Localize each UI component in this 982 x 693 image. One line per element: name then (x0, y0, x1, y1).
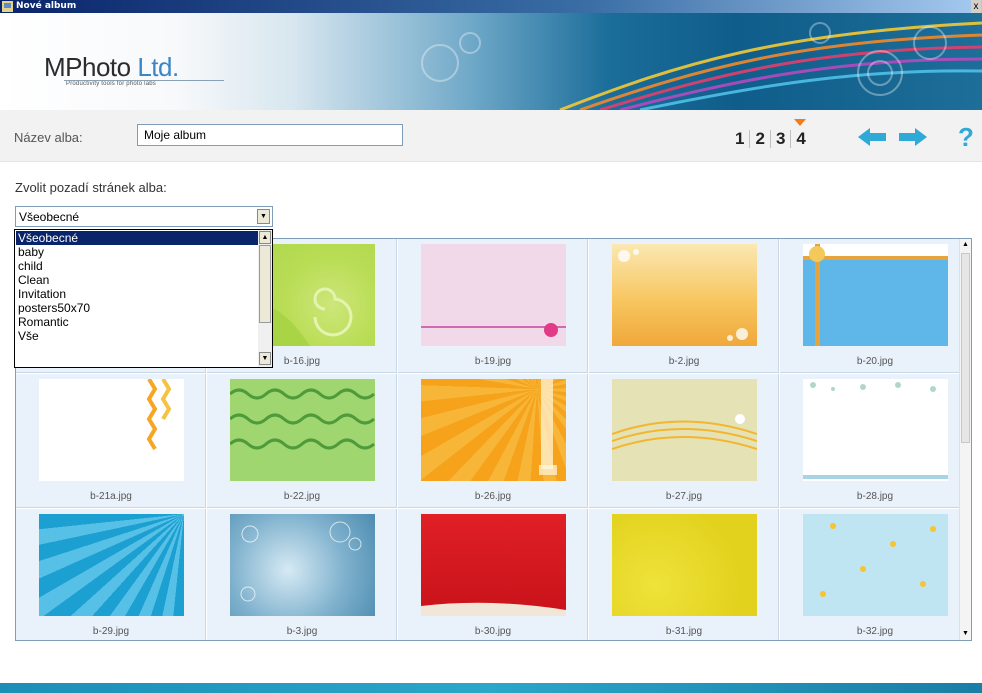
album-name-label: Název alba: (14, 130, 83, 145)
step-indicator: 1 2 3 4 (730, 119, 811, 150)
step-1[interactable]: 1 (730, 128, 749, 150)
thumbnail (421, 514, 566, 616)
grid-item[interactable]: b-20.jpg (780, 239, 970, 373)
scrollbar-thumb[interactable] (259, 245, 271, 323)
thumbnail (230, 514, 375, 616)
close-button[interactable]: x (971, 0, 981, 13)
list-item[interactable]: Romantic (16, 315, 258, 329)
thumbnail (803, 379, 948, 481)
header-banner: MPhoto Ltd. Productivity tools for photo… (0, 13, 982, 110)
grid-scrollbar[interactable]: ▲ ▼ (959, 239, 971, 640)
step-3[interactable]: 3 (771, 128, 790, 150)
step-2[interactable]: 2 (750, 128, 769, 150)
grid-item[interactable]: b-29.jpg (16, 509, 206, 640)
scroll-down-icon[interactable]: ▼ (259, 352, 271, 365)
thumbnail (39, 514, 184, 616)
list-item[interactable]: Invitation (16, 287, 258, 301)
thumbnail (39, 379, 184, 481)
title-bar: Nové album x (0, 0, 982, 13)
grid-item[interactable]: b-2.jpg (589, 239, 779, 373)
step-4[interactable]: 4 (791, 119, 810, 150)
back-arrow-icon[interactable] (858, 127, 888, 147)
list-item[interactable]: child (16, 259, 258, 273)
list-item[interactable]: posters50x70 (16, 301, 258, 315)
grid-item[interactable]: b-27.jpg (589, 374, 779, 508)
scroll-up-icon[interactable]: ▲ (259, 231, 271, 244)
grid-item[interactable]: b-21a.jpg (16, 374, 206, 508)
thumbnail (421, 379, 566, 481)
scroll-down-icon[interactable]: ▼ (960, 628, 971, 640)
active-step-marker-icon (794, 119, 807, 126)
wizard-toolbar: Název alba: 1 2 3 4 ? (0, 110, 982, 162)
app-icon (2, 1, 13, 12)
list-item[interactable]: Všeobecné (16, 231, 258, 245)
scrollbar-thumb[interactable] (961, 253, 970, 443)
grid-item[interactable]: b-3.jpg (207, 509, 397, 640)
thumbnail (612, 514, 757, 616)
chevron-down-icon[interactable]: ▼ (257, 209, 270, 224)
help-button[interactable]: ? (958, 122, 974, 152)
thumbnail (612, 244, 757, 346)
thumbnail (421, 244, 566, 346)
grid-item[interactable]: b-26.jpg (398, 374, 588, 508)
background-category-list[interactable]: Všeobecné baby child Clean Invitation po… (14, 229, 273, 368)
list-item[interactable]: baby (16, 245, 258, 259)
thumbnail (803, 244, 948, 346)
scroll-up-icon[interactable]: ▲ (960, 239, 971, 251)
forward-arrow-icon[interactable] (897, 127, 927, 147)
company-logo: MPhoto Ltd. Productivity tools for photo… (44, 53, 224, 87)
list-item[interactable]: Clean (16, 273, 258, 287)
window-title: Nové album (16, 1, 77, 11)
album-name-input[interactable] (137, 124, 403, 146)
grid-item[interactable]: b-32.jpg (780, 509, 970, 640)
footer-bar (0, 683, 982, 693)
grid-item[interactable]: b-19.jpg (398, 239, 588, 373)
grid-item[interactable]: b-28.jpg (780, 374, 970, 508)
grid-item[interactable]: b-22.jpg (207, 374, 397, 508)
thumbnail (612, 379, 757, 481)
background-label: Zvolit pozadí stránek alba: (15, 180, 167, 195)
list-scrollbar[interactable]: ▲ ▼ (258, 230, 272, 367)
grid-item[interactable]: b-31.jpg (589, 509, 779, 640)
grid-item[interactable]: b-30.jpg (398, 509, 588, 640)
list-item[interactable]: Vše (16, 329, 258, 343)
thumbnail (230, 379, 375, 481)
thumbnail (803, 514, 948, 616)
background-category-select[interactable]: Všeobecné ▼ (15, 206, 273, 227)
